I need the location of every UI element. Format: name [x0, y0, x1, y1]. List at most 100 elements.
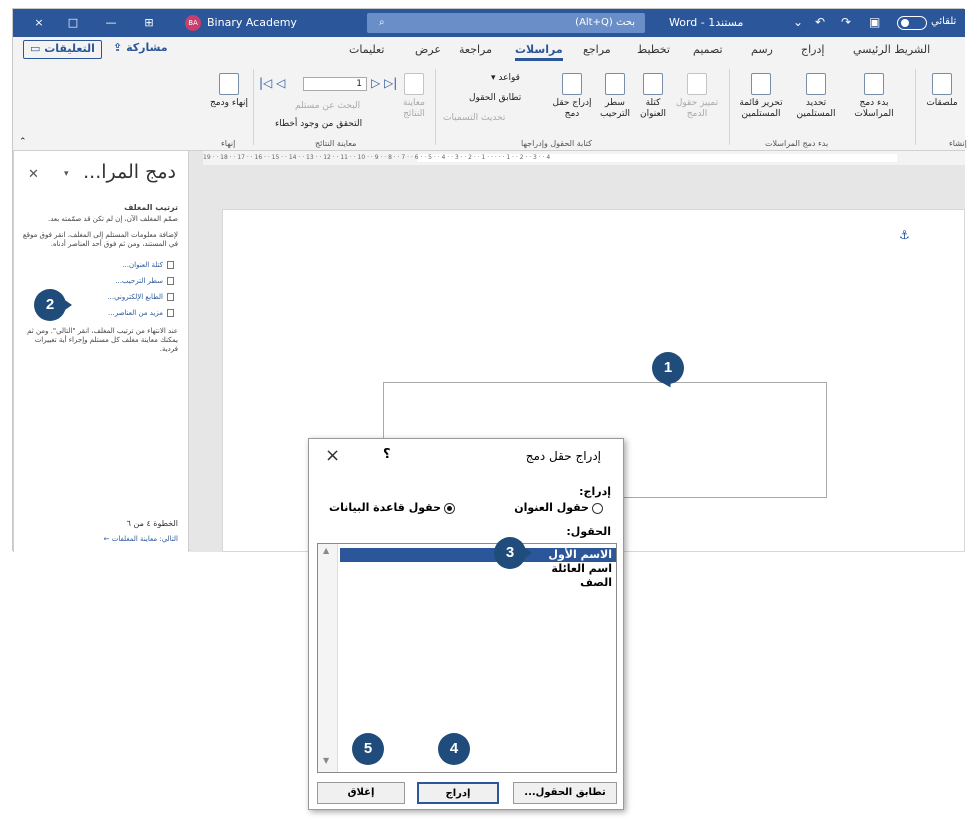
greeting-line-label: سطر الترحيب: [599, 98, 631, 119]
pane-title: دمج المرا...: [83, 161, 176, 183]
highlight-fields-button[interactable]: تمييز حقول الدمج: [671, 73, 723, 120]
tab-review[interactable]: مراجعة: [459, 43, 492, 56]
close-window-icon[interactable]: ×: [31, 15, 47, 31]
scroll-up-icon[interactable]: ▲: [323, 546, 329, 555]
radio-dot: [592, 502, 603, 514]
comments-button[interactable]: التعليقات ▭: [23, 40, 102, 59]
start-merge-label: بدء دمج المراسلات: [854, 98, 894, 119]
undo-icon[interactable]: ↶: [815, 15, 825, 29]
radio-database-fields[interactable]: حقول قاعدة البيانات: [329, 501, 455, 514]
comments-label: التعليقات: [44, 42, 95, 55]
save-icon[interactable]: ▣: [869, 15, 880, 29]
tab-layout[interactable]: تخطيط: [637, 43, 670, 56]
comment-icon: ▭: [30, 42, 41, 55]
pane-link-greeting[interactable]: سطر الترحيب...: [115, 277, 174, 285]
ruler-ticks: 19 · · 18 · · 17 · · 16 · · 15 · · 14 · …: [203, 154, 551, 161]
group-preview-label: معاينة النتائج: [315, 139, 357, 148]
insert-field-icon: [562, 73, 582, 95]
customize-toolbar-icon[interactable]: ⌄: [793, 15, 803, 29]
share-label: مشاركة: [126, 41, 168, 54]
check-errors-button[interactable]: التحقق من وجود أخطاء: [275, 119, 362, 129]
list-item[interactable]: الاسم الأول: [340, 548, 616, 562]
edit-recipient-list-button[interactable]: تحرير قائمة المستلمين: [735, 73, 787, 120]
help-icon[interactable]: ؟: [383, 447, 391, 462]
chevron-down-icon[interactable]: ▾: [64, 169, 69, 179]
autosave-toggle[interactable]: [897, 16, 927, 30]
labels-label: ملصقات: [926, 98, 958, 108]
group-finish-label: إنهاء: [221, 139, 236, 148]
pane-link-postage[interactable]: الطابع الإلكتروني...: [107, 293, 174, 301]
address-block-button[interactable]: كتلة العنوان: [635, 73, 671, 120]
insert-label: إدراج:: [579, 485, 611, 498]
collapse-ribbon-icon[interactable]: ⌃: [19, 137, 27, 147]
autosave-label: تلقائي: [931, 16, 957, 27]
redo-icon[interactable]: ↷: [841, 15, 851, 29]
pane-section-title: ترتيب المغلف: [124, 203, 178, 212]
pane-instructions: لإضافة معلومات المستلم إلى المغلف، انقر …: [22, 231, 178, 248]
share-icon: ⇪: [113, 41, 123, 54]
insert-merge-field-button[interactable]: إدراج حقل دمج: [549, 73, 595, 120]
tab-insert[interactable]: إدراج: [801, 43, 824, 56]
scroll-down-icon[interactable]: ▼: [323, 756, 329, 765]
callout-badge-4: 4: [438, 733, 470, 765]
match-fields-button[interactable]: تطابق الحقول...: [513, 782, 617, 804]
tab-view[interactable]: عرض: [415, 43, 441, 56]
labels-button[interactable]: ملصقات: [921, 73, 963, 109]
document-name: Word - مستند1: [669, 16, 744, 29]
ribbon-display-icon[interactable]: ⊞: [141, 15, 157, 31]
postage-icon: [167, 293, 174, 301]
tab-help[interactable]: تعليمات: [349, 43, 384, 56]
record-nav-forward[interactable]: ▷ ▷|: [371, 76, 397, 90]
preview-results-icon: [404, 73, 424, 95]
scrollbar[interactable]: ▲ ▼: [318, 544, 338, 772]
greeting-line-button[interactable]: سطر الترحيب: [595, 73, 635, 120]
tab-design[interactable]: تصميم: [693, 43, 723, 56]
group-create-label: إنشاء: [949, 139, 967, 148]
share-button[interactable]: مشاركة ⇪: [113, 41, 168, 59]
list-item[interactable]: الصف: [340, 576, 616, 590]
start-merge-button[interactable]: بدء دمج المراسلات: [845, 73, 903, 120]
record-input[interactable]: 1: [303, 77, 367, 91]
rules-button[interactable]: قواعد ▾: [491, 73, 520, 83]
search-box[interactable]: بحث (Alt+Q) ⌕: [367, 13, 645, 33]
match-fields-label: تطابق الحقول: [469, 93, 522, 103]
tab-home[interactable]: الشريط الرئيسي: [853, 43, 930, 56]
edit-list-label: تحرير قائمة المستلمين: [739, 98, 783, 119]
radio-address-fields[interactable]: حقول العنوان: [514, 501, 603, 514]
highlight-fields-icon: [687, 73, 707, 95]
tab-references[interactable]: مراجع: [583, 43, 611, 56]
title-bar: × □ — ⊞ BA Binary Academy بحث (Alt+Q) ⌕ …: [13, 9, 965, 37]
list-item[interactable]: اسم العائلة: [340, 562, 616, 576]
ribbon-tabs: التعليقات ▭ مشاركة ⇪ تعليمات عرض مراجعة …: [13, 37, 965, 63]
tab-draw[interactable]: رسم: [751, 43, 773, 56]
select-recipients-icon: [806, 73, 826, 95]
minimize-icon[interactable]: —: [103, 15, 119, 31]
update-labels-button[interactable]: تحديث التسميات: [443, 113, 505, 123]
pane-link-more-items[interactable]: مزيد من العناصر...: [108, 309, 174, 317]
search-icon: ⌕: [379, 17, 385, 28]
close-icon[interactable]: ✕: [28, 167, 39, 182]
close-icon[interactable]: ×: [325, 445, 340, 466]
address-block-label: كتلة العنوان: [639, 98, 667, 119]
pane-link-address-block[interactable]: كتلة العنوان...: [122, 261, 174, 269]
pane-next-link[interactable]: التالي: معاينة المغلفات ←: [104, 535, 178, 543]
labels-icon: [932, 73, 952, 95]
finish-merge-button[interactable]: إنهاء ودمج: [209, 73, 249, 109]
select-recipients-button[interactable]: تحديد المستلمين: [789, 73, 843, 120]
tab-mailings[interactable]: مراسلات: [515, 43, 563, 61]
check-errors-label: التحقق من وجود أخطاء: [275, 119, 363, 129]
record-nav[interactable]: |◁ ◁: [259, 76, 285, 90]
match-fields-ribbon-button[interactable]: تطابق الحقول: [469, 93, 521, 103]
preview-results-button[interactable]: معاينة النتائج: [395, 73, 433, 120]
greeting-icon: [167, 277, 174, 285]
avatar[interactable]: BA: [185, 15, 201, 31]
find-recipient-button[interactable]: البحث عن مستلم: [295, 101, 360, 111]
finish-merge-label: إنهاء ودمج: [210, 98, 248, 108]
insert-button[interactable]: إدراج: [417, 782, 499, 804]
horizontal-ruler: 19 · · 18 · · 17 · · 16 · · 15 · · 14 · …: [203, 151, 965, 165]
maximize-icon[interactable]: □: [65, 15, 81, 31]
finish-merge-icon: [219, 73, 239, 95]
close-button[interactable]: إغلاق: [317, 782, 405, 804]
pane-intro: صمّم المغلف الآن، إن لم تكن قد صمّمته بع…: [47, 215, 178, 223]
more-items-icon: [167, 309, 174, 317]
